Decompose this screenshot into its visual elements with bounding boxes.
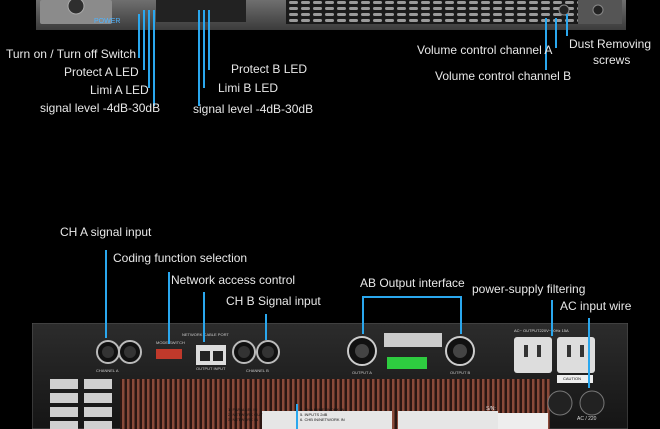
silk-chb-network: 6. CHB IN/NETWORK IN [300, 417, 345, 422]
silk-mode-switch: MODE SWITCH [156, 340, 185, 345]
rear-line-coding [168, 272, 170, 344]
callout-limi-b: Limi B LED [218, 81, 279, 95]
silk-network-in: 3. NETWORK IN [228, 417, 259, 422]
silk-sn: S/N: [486, 406, 496, 412]
callout-psu-filter: power-supply filtering [472, 282, 586, 296]
silk-channel-b: CHANNEL B [246, 368, 269, 373]
speakon-output-a[interactable] [348, 337, 376, 365]
callout-ac-input: AC input wire [560, 299, 632, 313]
power-switch[interactable] [98, 0, 118, 12]
callout-signal-a: signal level -4dB-30dB [40, 101, 161, 115]
callout-ch-b-input: CH B Signal input [226, 294, 321, 308]
front-panel [36, 0, 626, 32]
coding-dip-switch[interactable] [156, 349, 182, 359]
callout-volume-a: Volume control channel A [417, 43, 553, 57]
rear-line-psu [551, 300, 553, 336]
rear-line-ch-b [265, 314, 267, 340]
xlr-input-a[interactable] [97, 341, 141, 365]
callout-line-protect-b [208, 10, 210, 70]
rear-line-bottom [296, 404, 298, 429]
silk-output-a: OUTPUT A [352, 370, 372, 375]
silk-ac-label: AC / 220 [577, 416, 597, 422]
rear-line-ch-a [105, 250, 107, 338]
ac-outlet-1[interactable] [514, 337, 552, 373]
rj45-ports[interactable] [196, 345, 226, 365]
callout-line-signal-a [153, 10, 155, 106]
silk-network-port: NETWORK CABLE PORT [182, 332, 229, 337]
callout-dust-line2: screws [593, 53, 631, 67]
callout-protect-b: Protect B LED [231, 62, 308, 76]
callout-ab-output: AB Output interface [360, 276, 465, 290]
callout-coding: Coding function selection [113, 251, 248, 265]
callout-protect-a: Protect A LED [64, 65, 139, 79]
callout-volume-b: Volume control channel B [435, 69, 572, 83]
callout-signal-b: signal level -4dB-30dB [193, 102, 314, 116]
callout-limi-a: Limi A LED [90, 83, 149, 97]
rear-line-output-b [460, 296, 462, 334]
xlr-input-b[interactable] [233, 341, 281, 365]
silk-caution: CAUTION [563, 376, 581, 381]
callout-line-limi-a [148, 10, 150, 88]
callout-line-signal-b [198, 10, 200, 106]
callout-dust-line1: Dust Removing [569, 37, 652, 51]
rear-line-network [203, 292, 205, 342]
callout-switch: Turn on / Turn off Switch [6, 47, 137, 61]
rear-line-output-bar [362, 296, 462, 298]
rear-line-ac [588, 318, 590, 388]
callout-network: Network access control [171, 273, 296, 287]
callout-line-switch [138, 14, 140, 58]
rear-line-output-a [362, 296, 364, 334]
silk-channel-a: CHANNEL A [96, 368, 119, 373]
callout-line-dust [566, 14, 568, 36]
silk-output-b: OUTPUT B [450, 370, 471, 375]
callout-ch-a-input: CH A signal input [60, 225, 152, 239]
power-label: POWER [94, 18, 121, 25]
callout-line-limi-b [203, 10, 205, 88]
speakon-output-b[interactable] [446, 337, 474, 365]
callout-line-volume-a [555, 18, 557, 48]
silk-ac-spec: AC~ OUTPUT220V~50Hz 15A [514, 328, 569, 333]
silk-output-input: OUTPUT INPUT [196, 366, 226, 371]
callout-line-protect-a [143, 10, 145, 70]
